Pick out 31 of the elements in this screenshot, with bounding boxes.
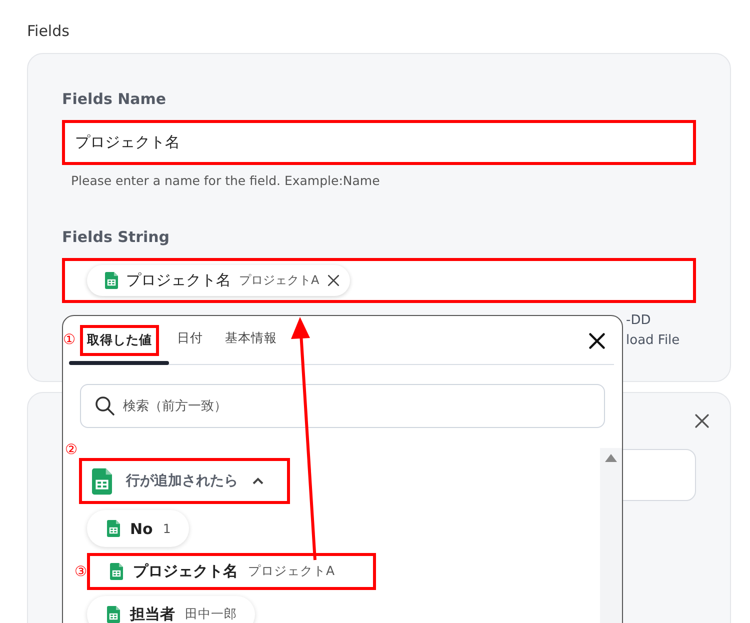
sheets-icon [110,563,123,580]
field-label: Fields String [62,228,171,246]
step-marker: ③ [74,564,87,580]
name-input-field[interactable]: プロジェクト名 [62,120,696,165]
close-icon[interactable] [694,413,710,429]
tab[interactable]: 取得した値 [80,324,159,356]
hint-text: -DD [626,312,652,330]
search-field[interactable]: 検索（前方一致） [80,384,605,428]
close-icon[interactable] [327,274,340,287]
tab[interactable]: 日付 [173,326,207,354]
string-input-field[interactable]: プロジェクト名 プロジェクトA [62,258,696,303]
sheets-icon [92,468,112,494]
trigger-group-header[interactable]: 行が追加されたら [79,458,290,504]
hint-text: load File [626,332,681,350]
step-marker: ① [63,332,77,348]
value-item[interactable]: No 1 [87,510,189,547]
sheets-icon [107,520,120,537]
scrollbar[interactable] [600,448,622,623]
tab[interactable]: 基本情報 [221,326,281,354]
hint-text: Please enter a name for the field. Example:Name [71,173,381,188]
field-label: Fields Name [62,90,168,108]
value-item[interactable]: 担当者 田中一郎 [87,596,255,623]
sheets-icon [105,272,118,289]
close-icon[interactable] [588,332,606,350]
sheets-icon [107,606,120,623]
section-title: Fields [27,22,70,40]
chevron-up-icon [252,477,264,485]
step-marker: ② [65,442,79,458]
scroll-up-icon[interactable] [605,454,617,462]
value-chip[interactable]: プロジェクト名 プロジェクトA [87,265,350,296]
value-item[interactable]: プロジェクト名 プロジェクトA [87,553,376,590]
